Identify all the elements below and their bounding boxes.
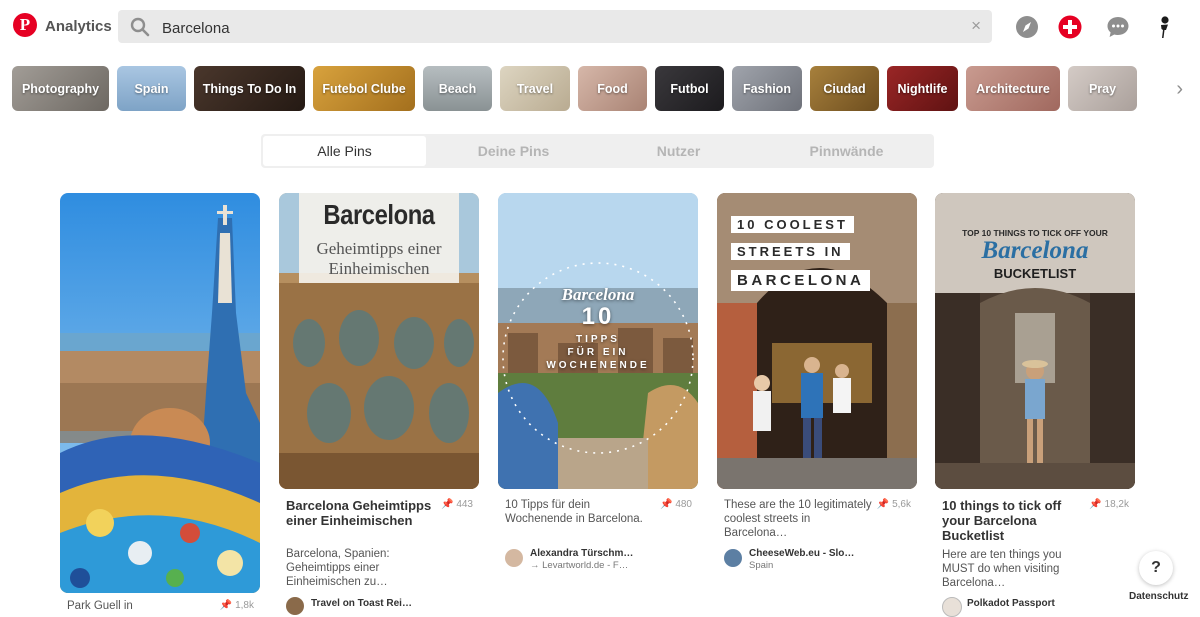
- overlay-line: TIPPS: [576, 334, 620, 345]
- pin-image[interactable]: 10 COOLEST STREETS IN BARCELONA: [717, 193, 917, 489]
- save-count-value: 18,2k: [1104, 499, 1129, 510]
- overlay-sub-line: Geheimtipps einer: [316, 239, 442, 258]
- pin-overlay-script: Barcelona: [981, 237, 1089, 264]
- pin-save-count: 📌 18,2k: [1089, 499, 1129, 510]
- chip-futbol[interactable]: Futbol: [655, 66, 724, 111]
- pin-title[interactable]: 10 things to tick off your Barcelona Buc…: [942, 498, 1092, 543]
- chip-travel[interactable]: Travel: [500, 66, 570, 111]
- pin-overlay-number: 10: [581, 303, 615, 330]
- messages-icon[interactable]: [1105, 14, 1131, 40]
- chip-photography[interactable]: Photography: [12, 66, 109, 111]
- pin-attribution[interactable]: Polkadot Passport: [967, 598, 1127, 609]
- pin-description: These are the 10 legitimately coolest st…: [724, 499, 872, 539]
- pin-attribution-board[interactable]: Spain: [749, 560, 909, 571]
- tab-deine-pins[interactable]: Deine Pins: [431, 136, 596, 166]
- pin-attribution[interactable]: Travel on Toast Rei…: [311, 598, 471, 609]
- chips-next-button[interactable]: ›: [1143, 66, 1200, 111]
- pin-overlay-subtitle: Geheimtipps einer Einheimischen: [299, 239, 459, 279]
- casa-batllo-photo: [279, 193, 479, 489]
- top-header: P Analytics ×: [0, 0, 1200, 54]
- profile-icon[interactable]: [1151, 14, 1177, 40]
- pinterest-logo-icon[interactable]: P: [13, 13, 37, 37]
- chip-architecture[interactable]: Architecture: [966, 66, 1060, 111]
- pin-card[interactable]: TOP 10 THINGS TO TICK OFF YOUR Barcelona…: [935, 193, 1135, 617]
- tab-nutzer[interactable]: Nutzer: [596, 136, 761, 166]
- pin-image[interactable]: TOP 10 THINGS TO TICK OFF YOUR Barcelona…: [935, 193, 1135, 489]
- overlay-line: WOCHENENDE: [546, 360, 650, 371]
- pin-save-count: 📌 1,8k: [219, 600, 254, 611]
- pin-card[interactable]: Barcelona Geheimtipps einer Einheimische…: [279, 193, 479, 615]
- pin-card[interactable]: Barcelona 10 TIPPS FÜR EIN WOCHENENDE 10…: [498, 193, 698, 611]
- chip-fashion[interactable]: Fashion: [732, 66, 802, 111]
- analytics-link[interactable]: Analytics: [45, 18, 112, 35]
- add-pin-icon[interactable]: [1057, 14, 1083, 40]
- pin-overlay-text: TIPPS FÜR EIN WOCHENENDE: [498, 333, 698, 372]
- pin-overlay-line1: 10 COOLEST: [731, 216, 854, 233]
- chip-futebol-clube[interactable]: Futebol Clube: [313, 66, 415, 111]
- overlay-sub-line: Einheimischen: [328, 259, 430, 278]
- chip-things-to-do-in[interactable]: Things To Do In: [194, 66, 305, 111]
- help-button[interactable]: ?: [1139, 551, 1173, 585]
- privacy-link[interactable]: Datenschutz: [1126, 590, 1192, 603]
- chip-spain[interactable]: Spain: [117, 66, 186, 111]
- pin-save-count: 📌 443: [441, 499, 473, 510]
- pin-image[interactable]: Barcelona Geheimtipps einer Einheimische…: [279, 193, 479, 489]
- tab-pinnwaende[interactable]: Pinnwände: [761, 136, 932, 166]
- chip-nightlife[interactable]: Nightlife: [887, 66, 958, 111]
- pin-overlay-line2: STREETS IN: [731, 243, 850, 260]
- chip-beach[interactable]: Beach: [423, 66, 492, 111]
- pin-attribution[interactable]: Alexandra Türschm…: [530, 548, 690, 559]
- chip-pray[interactable]: Pray: [1068, 66, 1137, 111]
- chip-food[interactable]: Food: [578, 66, 647, 111]
- pin-card[interactable]: 10 COOLEST STREETS IN BARCELONA These ar…: [717, 193, 917, 611]
- pin-description: 10 Tipps für dein Wochenende in Barcelon…: [505, 499, 643, 525]
- search-input[interactable]: [160, 16, 944, 40]
- pin-image[interactable]: [60, 193, 260, 593]
- compass-icon[interactable]: [1014, 14, 1040, 40]
- avatar[interactable]: [505, 549, 523, 567]
- pin-description: Here are ten things you MUST do when vis…: [942, 549, 1062, 589]
- pin-attribution[interactable]: CheeseWeb.eu - Slo…: [749, 548, 909, 559]
- chevron-right-icon: ›: [1176, 78, 1183, 100]
- pin-title[interactable]: Barcelona Geheimtipps einer Einheimische…: [286, 498, 436, 528]
- pin-overlay-bottom: BUCKETLIST: [993, 266, 1077, 281]
- avatar[interactable]: [942, 597, 962, 617]
- pin-overlay-line3: BARCELONA: [731, 270, 871, 291]
- search-bar[interactable]: ×: [118, 10, 992, 43]
- overlay-line: FÜR EIN: [567, 347, 629, 358]
- clear-search-icon[interactable]: ×: [971, 17, 981, 35]
- pin-image[interactable]: Barcelona 10 TIPPS FÜR EIN WOCHENENDE: [498, 193, 698, 489]
- avatar[interactable]: [724, 549, 742, 567]
- barcelona-street-photo: [717, 193, 917, 489]
- tab-alle-pins[interactable]: Alle Pins: [263, 136, 426, 166]
- pin-save-count: 📌 480: [660, 499, 692, 510]
- avatar[interactable]: [286, 597, 304, 615]
- search-icon: [130, 17, 150, 37]
- chip-ciudad[interactable]: Ciudad: [810, 66, 879, 111]
- pin-overlay-title: Barcelona: [323, 199, 435, 230]
- park-guell-photo: [60, 193, 260, 593]
- pin-save-count: 📌 5,6k: [876, 499, 911, 510]
- pin-card[interactable]: Park Guell in 📌 1,8k: [60, 193, 260, 612]
- save-count-value: 5,6k: [892, 499, 911, 510]
- save-count-value: 443: [456, 499, 473, 510]
- guided-search-bar: Photography Spain Things To Do In Futebo…: [0, 64, 1200, 114]
- pin-description: Barcelona, Spanien: Geheimtipps einer Ei…: [286, 548, 390, 588]
- save-count-value: 480: [675, 499, 692, 510]
- search-filter-tabs: Alle Pins Deine Pins Nutzer Pinnwände: [261, 134, 934, 168]
- pin-overlay-script: Barcelona: [561, 285, 635, 304]
- save-count-value: 1,8k: [235, 600, 254, 611]
- pin-attribution-board[interactable]: → Levartworld.de - F…: [530, 560, 690, 571]
